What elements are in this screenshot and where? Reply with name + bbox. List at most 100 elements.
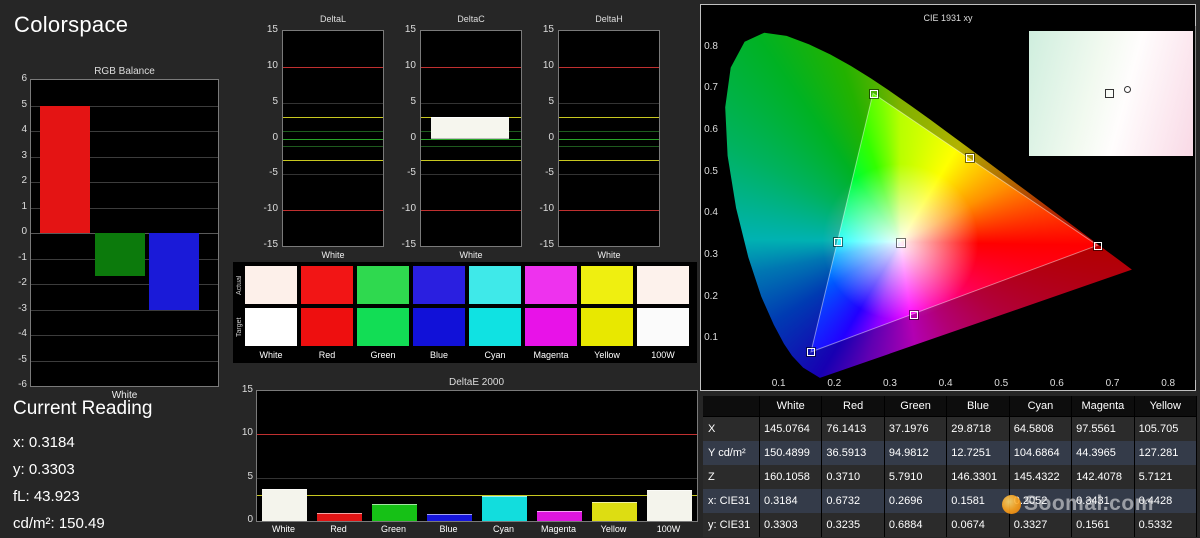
colorspace-screen: Colorspace RGB Balance White 6 5 4 3 2 1 0 -1 -2… [0, 0, 1200, 538]
deltae-2000-plot [256, 390, 698, 522]
table-cell: 64.5808 [1009, 417, 1073, 441]
axis-tick-label: 0.1 [704, 332, 718, 344]
axis-tick-label: 0.8 [1161, 378, 1176, 389]
table-cell: 0.1561 [1072, 513, 1135, 537]
axis-tick-label: -5 [269, 167, 278, 179]
delta-c-chart: DeltaC White 15 10 5 0 -5 -10 -15 [394, 14, 526, 262]
table-cell: 37.1976 [884, 417, 948, 441]
table-cell: 29.8718 [947, 417, 1010, 441]
chart-title: DeltaL [319, 14, 346, 24]
table-header-cell: Green [884, 396, 948, 417]
axis-tick-label: -10 [401, 203, 416, 215]
table-row-label: x: CIE31 [703, 489, 760, 513]
grid-line [257, 477, 697, 479]
swatch-row-label-target: Target [236, 317, 243, 337]
table-cell: 44.3965 [1072, 441, 1135, 465]
ref-line [421, 210, 521, 212]
swatch-actual-magenta [525, 266, 577, 304]
ref-line [559, 66, 659, 68]
table-header-cell: Red [822, 396, 885, 417]
watermark-text: Soomal.com [1024, 492, 1154, 515]
bar-white [262, 488, 307, 521]
ref-line [283, 145, 383, 147]
ref-line [421, 160, 521, 161]
axis-tick-label: 0.7 [704, 82, 718, 94]
axis-tick-label: 0.5 [994, 378, 1009, 389]
axis-tick-label: 0.5 [704, 165, 718, 177]
swatch-target-blue [413, 308, 465, 346]
swatch-column-label: White [259, 350, 283, 360]
swatch-actual-white [245, 266, 297, 304]
table-cell: 104.6864 [1009, 441, 1073, 465]
grid-line [283, 102, 383, 104]
swatch-target-100w [637, 308, 689, 346]
axis-tick-label: 4 [21, 124, 27, 135]
page-title: Colorspace [14, 12, 129, 37]
white-point-inset [1029, 31, 1193, 156]
table-cell: 5.7121 [1134, 465, 1197, 489]
axis-tick-label: 5 [247, 470, 253, 482]
measurement-marker-blue [807, 348, 816, 357]
table-cell: 76.1413 [822, 417, 885, 441]
swatch-column-label: 100W [651, 350, 675, 360]
grid-line [559, 102, 659, 104]
chart-title: DeltaC [457, 14, 485, 24]
swatch-target-magenta [525, 308, 577, 346]
x-axis-label: Yellow [600, 524, 627, 534]
table-cell: 0.1581 [947, 489, 1010, 513]
axis-tick-label: -6 [18, 379, 27, 390]
delta-l-chart: DeltaL White 15 10 5 0 -5 -10 -15 [256, 14, 388, 262]
grid-line [31, 360, 218, 362]
table-cell: 145.0764 [760, 417, 823, 441]
grid-line [421, 102, 521, 104]
table-cell: 146.3301 [947, 465, 1010, 489]
axis-tick-label: 0 [272, 131, 278, 143]
axis-tick-label: 0.6 [704, 124, 718, 136]
table-row-label: y: CIE31 [703, 513, 760, 537]
axis-tick-label: 0.7 [1105, 378, 1120, 389]
swatch-target-white [245, 308, 297, 346]
table-cell: 145.4322 [1009, 465, 1073, 489]
ref-line [283, 131, 383, 133]
x-axis-label: Red [330, 524, 347, 534]
axis-tick-label: 0.2 [827, 378, 842, 389]
bar-100w [647, 489, 692, 521]
target-white-marker [1124, 86, 1131, 93]
ref-line [559, 210, 659, 212]
ref-line [421, 145, 521, 147]
swatch-actual-cyan [469, 266, 521, 304]
table-cell: 12.7251 [947, 441, 1010, 465]
table-cell: 127.281 [1134, 441, 1197, 465]
grid-line [283, 174, 383, 176]
ref-line [421, 66, 521, 68]
chart-title: DeltaE 2000 [448, 377, 505, 388]
reading-line: x: 0.3184 [13, 434, 75, 451]
bar-blue [427, 514, 472, 521]
soomal-logo-icon [1002, 494, 1021, 514]
axis-tick-label: 0.3 [704, 249, 718, 261]
table-cell: 0.6732 [822, 489, 885, 513]
bar-green [95, 233, 145, 277]
table-cell: 0.5332 [1134, 513, 1197, 537]
axis-tick-label: 0.2 [704, 290, 718, 302]
table-cell: 5.7910 [884, 465, 948, 489]
bar-green [372, 503, 417, 521]
grid-line [421, 174, 521, 176]
axis-tick-label: 0 [21, 226, 27, 237]
axis-tick-label: 10 [404, 59, 416, 71]
chart-title: RGB Balance [94, 66, 155, 77]
ref-line [283, 66, 383, 68]
ref-line [283, 117, 383, 118]
axis-tick-label: 0.1 [771, 378, 786, 389]
measured-white-marker [1105, 89, 1114, 98]
ref-line [257, 495, 697, 496]
table-header-cell: Blue [947, 396, 1010, 417]
axis-tick-label: -15 [539, 239, 554, 250]
table-header-cell: Yellow [1134, 396, 1197, 417]
ref-line [559, 160, 659, 161]
watermark: Soomal.com [1002, 492, 1154, 516]
axis-tick-label: 0.6 [1049, 378, 1064, 389]
table-cell: 0.0674 [947, 513, 1010, 537]
delta-l-plot [282, 30, 384, 247]
axis-tick-label: -15 [401, 239, 416, 250]
